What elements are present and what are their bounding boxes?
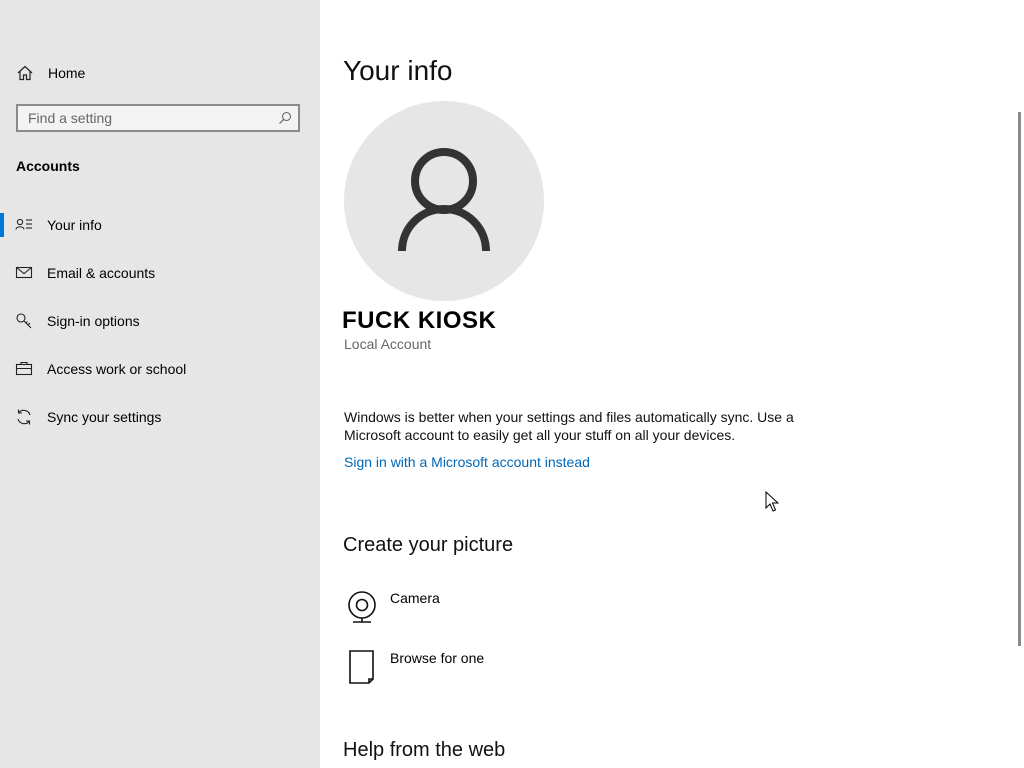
- browse-option[interactable]: Browse for one: [344, 649, 644, 693]
- help-heading: Help from the web: [343, 739, 506, 761]
- document-icon: [344, 649, 380, 685]
- main-content: Your info FUCK KIOSK Local Account Windo…: [320, 0, 1024, 768]
- person-list-icon: [15, 216, 33, 234]
- microsoft-signin-link[interactable]: Sign in with a Microsoft account instead: [344, 454, 590, 470]
- browse-label: Browse for one: [390, 650, 485, 666]
- sidebar-item-label: Your info: [47, 217, 102, 233]
- briefcase-icon: [15, 360, 33, 378]
- sidebar-item-label: Sync your settings: [47, 409, 162, 425]
- sidebar-item-your-info[interactable]: Your info: [0, 205, 320, 245]
- sync-icon: [15, 408, 33, 426]
- sidebar-item-access-work[interactable]: Access work or school: [0, 349, 320, 389]
- search-icon[interactable]: [278, 111, 292, 125]
- person-icon: [398, 148, 490, 252]
- mail-icon: [15, 264, 33, 282]
- search-box[interactable]: [16, 104, 300, 132]
- camera-icon: [344, 589, 380, 625]
- avatar: [344, 101, 544, 301]
- sidebar-item-email-accounts[interactable]: Email & accounts: [0, 253, 320, 293]
- home-nav-item[interactable]: Home: [0, 56, 320, 90]
- page-title: Your info: [343, 55, 453, 86]
- mouse-cursor-icon: [765, 490, 780, 518]
- camera-label: Camera: [390, 590, 440, 606]
- sidebar-item-label: Sign-in options: [47, 313, 140, 329]
- sidebar-item-label: Access work or school: [47, 361, 187, 377]
- search-input[interactable]: [18, 106, 278, 130]
- create-picture-heading: Create your picture: [343, 534, 514, 556]
- account-type: Local Account: [344, 336, 432, 352]
- scrollbar[interactable]: [1018, 112, 1021, 646]
- home-icon: [16, 64, 34, 82]
- home-label: Home: [48, 65, 86, 81]
- sidebar: Home Accounts Your info Email & accounts…: [0, 0, 320, 768]
- section-title: Accounts: [16, 158, 80, 174]
- sidebar-item-sign-in-options[interactable]: Sign-in options: [0, 301, 320, 341]
- camera-option[interactable]: Camera: [344, 589, 644, 633]
- sidebar-item-label: Email & accounts: [47, 265, 156, 281]
- key-icon: [15, 312, 33, 330]
- user-name: FUCK KIOSK: [342, 307, 497, 334]
- sync-message: Windows is better when your settings and…: [344, 409, 794, 443]
- sidebar-item-sync-settings[interactable]: Sync your settings: [0, 397, 320, 437]
